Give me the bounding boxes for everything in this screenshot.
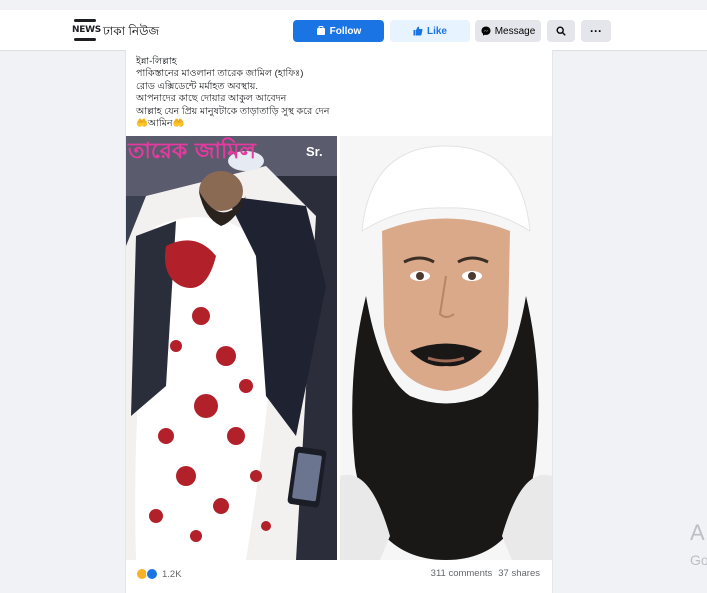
messenger-icon: [481, 26, 491, 36]
page-logo[interactable]: NEWS: [72, 19, 101, 41]
thumbs-up-icon: [413, 26, 423, 36]
more-icon: ···: [590, 24, 602, 38]
search-icon: [556, 26, 566, 36]
follow-label: Follow: [329, 25, 362, 37]
post-photos[interactable]: তারেক জামিল Sr.: [126, 136, 552, 560]
message-label: Message: [494, 25, 536, 37]
post-line: আল্লাহ যেন প্রিয় মানুষটাকে তাড়াতাড়ি স…: [136, 105, 330, 117]
post-line: রোড এক্সিডেন্টে মর্মাহত অবস্থায়.: [136, 80, 258, 92]
sidebar-partial-letter: A: [690, 520, 705, 545]
more-options-button[interactable]: ···: [581, 20, 611, 42]
search-button[interactable]: [547, 20, 575, 42]
photo-overlay-sr: Sr.: [306, 144, 323, 159]
accident-photo-illustration: [126, 136, 337, 560]
like-page-button[interactable]: Like: [390, 20, 470, 42]
accident-photo[interactable]: তারেক জামিল Sr.: [126, 136, 337, 560]
post-card: ইন্না-লিল্লাহ পাকিস্তানের মাওলানা তারেক …: [125, 50, 553, 593]
shares-count[interactable]: 37 shares: [498, 568, 540, 579]
page-name[interactable]: ঢাকা নিউজ: [103, 23, 159, 43]
portrait-photo-illustration: [340, 136, 552, 560]
page-header-bar: NEWS ঢাকা নিউজ Follow Like Message ···: [0, 10, 707, 51]
post-line: ইন্না-লিল্লাহ: [136, 56, 177, 67]
post-line: 🤲আমিন🤲: [136, 118, 185, 130]
reactions-summary[interactable]: 1.2K: [136, 568, 182, 580]
sidebar-partial-text: Go: [690, 552, 707, 568]
message-button[interactable]: Message: [475, 20, 541, 42]
follow-button[interactable]: Follow: [293, 20, 384, 42]
post-line: আপনাদের কাছে দোয়ার আকুল আবেদন: [136, 93, 287, 105]
photo-overlay-title: তারেক জামিল: [128, 139, 256, 164]
reaction-count: 1.2K: [162, 568, 182, 580]
like-reaction-icon: [146, 568, 158, 580]
post-line: পাকিস্তানের মাওলানা তারেক জামিল (হাফিঃ): [136, 68, 304, 80]
follow-icon: [316, 26, 325, 35]
post-stats: 311 comments 37 shares: [431, 568, 540, 579]
like-label: Like: [426, 25, 447, 37]
comments-count[interactable]: 311 comments: [431, 568, 493, 579]
portrait-photo[interactable]: [340, 136, 552, 560]
post-text: ইন্না-লিল্লাহ পাকিস্তানের মাওলানা তারেক …: [136, 56, 546, 130]
